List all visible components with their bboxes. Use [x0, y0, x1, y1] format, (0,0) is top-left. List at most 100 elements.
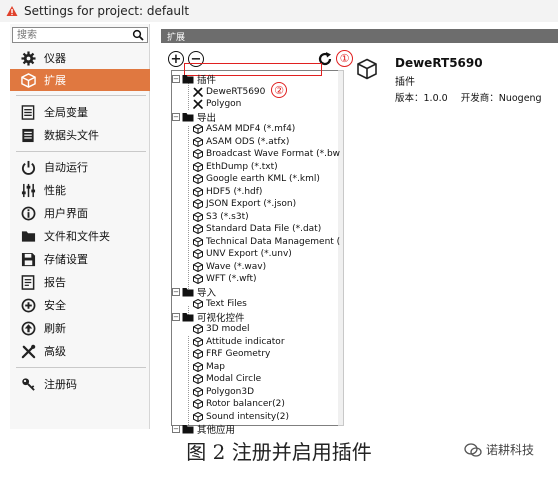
folder-icon	[182, 112, 194, 122]
tree-item-visual-control[interactable]: Sound intensity(2)	[193, 411, 289, 423]
sidebar-item-autorun[interactable]: 自动运行	[10, 156, 150, 178]
tree-item-export[interactable]: UNV Export (*.unv)	[193, 248, 292, 260]
wrench-icon	[193, 87, 203, 97]
sidebar-item-user-interface[interactable]: 用户界面	[10, 202, 150, 224]
cube-icon	[193, 136, 203, 147]
callout-step-2: ②	[271, 82, 287, 98]
cube-icon	[193, 349, 203, 359]
tree-item-visual-control[interactable]: 3D model	[193, 323, 250, 335]
callout-number: ②	[274, 83, 284, 97]
search-icon[interactable]	[132, 29, 144, 41]
tree-folder-label: 插件	[197, 75, 217, 86]
folder-icon	[182, 312, 194, 322]
tree-item-label: FRF Geometry	[206, 349, 271, 359]
sidebar-item-header-files[interactable]: 数据头文件	[10, 124, 150, 146]
tree-folder-plugins[interactable]: − 插件	[172, 73, 217, 86]
wrench-icon	[193, 99, 203, 109]
sidebar-item-advanced[interactable]: 高级	[10, 340, 150, 362]
add-extension-button[interactable]: +	[168, 51, 184, 67]
folder-icon	[20, 228, 36, 244]
sidebar-item-security[interactable]: 安全	[10, 294, 150, 316]
tree-item-visual-control[interactable]: FRF Geometry	[193, 348, 270, 360]
search-box[interactable]	[12, 27, 148, 43]
cube-icon	[193, 386, 203, 397]
tree-item-visual-control[interactable]: Rotor balancer(2)	[193, 398, 285, 410]
tree-folder-other-apps[interactable]: − 其他应用	[172, 423, 235, 436]
tree-item-label: Modal Circle	[206, 374, 262, 384]
sidebar-item-files-folders[interactable]: 文件和文件夹	[10, 225, 150, 247]
sidebar-divider	[16, 367, 146, 368]
sidebar-item-label: 自动运行	[44, 161, 88, 174]
cube-icon	[193, 361, 203, 372]
sidebar-item-instruments[interactable]: 仪器	[10, 47, 150, 69]
search-input[interactable]	[13, 28, 125, 43]
tree-folder-export[interactable]: − 导出	[172, 111, 216, 124]
cube-icon	[193, 324, 203, 334]
tree-item-export[interactable]: EthDump (*.txt)	[193, 161, 278, 173]
tree-item-export[interactable]: WFT (*.wft)	[193, 273, 257, 285]
sliders-icon	[20, 182, 36, 198]
tree-item-export[interactable]: ASAM MDF4 (*.mf4)	[193, 123, 295, 135]
tree-item-export[interactable]: Google earth KML (*.kml)	[193, 173, 320, 185]
tree-item-label: ASAM ODS (*.atfx)	[206, 136, 290, 147]
tree-item-label: 3D model	[206, 324, 250, 334]
tree-item-export[interactable]: JSON Export (*.json)	[193, 198, 296, 210]
tree-item-visual-control[interactable]: Attitude indicator	[193, 336, 285, 348]
tree-item-export[interactable]: ASAM ODS (*.atfx)	[193, 136, 289, 148]
collapse-toggle-icon[interactable]: −	[172, 112, 180, 121]
sidebar-item-label: 安全	[44, 299, 66, 312]
sidebar-item-storage[interactable]: 存储设置	[10, 248, 150, 270]
tree-item-label: Google earth KML (*.kml)	[206, 174, 320, 184]
sidebar-item-extensions[interactable]: 扩展	[10, 69, 150, 91]
list-icon	[20, 104, 36, 120]
gear-icon	[20, 50, 36, 66]
tree-item-export[interactable]: S3 (*.s3t)	[193, 211, 249, 223]
tree-item-label: ASAM MDF4 (*.mf4)	[206, 124, 296, 134]
tree-item-export[interactable]: Standard Data File (*.dat)	[193, 223, 321, 235]
cube-icon	[193, 199, 203, 209]
sidebar-item-refresh[interactable]: 刷新	[10, 317, 150, 339]
tree-item-import[interactable]: Text Files	[193, 298, 247, 310]
cube-icon	[193, 336, 203, 347]
sidebar-item-label: 刷新	[44, 322, 66, 335]
cube-icon	[193, 186, 203, 197]
tree-scrollbar[interactable]	[338, 70, 344, 426]
tree-item-export[interactable]: HDF5 (*.hdf)	[193, 186, 262, 198]
tree-item-visual-control[interactable]: Polygon3D	[193, 386, 254, 398]
folder-icon	[182, 74, 194, 84]
tree-folder-import[interactable]: − 导入	[172, 286, 216, 299]
sidebar-item-label: 扩展	[44, 74, 66, 87]
collapse-toggle-icon[interactable]: −	[172, 312, 180, 321]
sidebar-item-label: 仪器	[44, 52, 66, 65]
report-icon	[20, 274, 36, 290]
sidebar-item-report[interactable]: 报告	[10, 271, 150, 293]
sidebar-item-label: 性能	[44, 184, 66, 197]
tree-item-visual-control[interactable]: Map	[193, 361, 225, 373]
tree-item-plugin[interactable]: Polygon	[193, 98, 241, 110]
sidebar-item-performance[interactable]: 性能	[10, 179, 150, 201]
sidebar-item-global-variables[interactable]: 全局变量	[10, 101, 150, 123]
collapse-toggle-icon[interactable]: −	[172, 287, 180, 296]
tree-item-export[interactable]: Wave (*.wav)	[193, 261, 266, 273]
watermark-text: 诺耕科技	[486, 443, 535, 457]
collapse-toggle-icon[interactable]: −	[172, 425, 180, 433]
cube-icon	[193, 174, 203, 184]
tree-item-label: Sound intensity(2)	[206, 411, 289, 422]
tree-item-export[interactable]: Technical Data Management (	[193, 236, 340, 248]
cube-icon	[193, 236, 203, 247]
cube-icon	[193, 261, 203, 272]
plus-icon: +	[170, 51, 182, 67]
tree-item-export[interactable]: Broadcast Wave Format (*.bw	[193, 148, 340, 160]
collapse-toggle-icon[interactable]: −	[172, 75, 180, 83]
tree-item-plugin[interactable]: DeweRT5690	[193, 86, 265, 98]
tree-item-label: Polygon	[206, 99, 242, 109]
cube-icon	[193, 374, 203, 384]
folder-icon	[182, 287, 194, 297]
tree-folder-visual-controls[interactable]: − 可视化控件	[172, 311, 245, 324]
plugin-type: 插件	[395, 77, 415, 88]
tree-item-visual-control[interactable]: Modal Circle	[193, 373, 261, 385]
tree-item-label: HDF5 (*.hdf)	[206, 186, 263, 197]
sidebar-item-license[interactable]: 注册码	[10, 373, 150, 395]
sidebar-item-label: 报告	[44, 276, 66, 289]
plugin-meta: 版本：1.0.0 开发商：Nuogeng	[395, 90, 552, 104]
